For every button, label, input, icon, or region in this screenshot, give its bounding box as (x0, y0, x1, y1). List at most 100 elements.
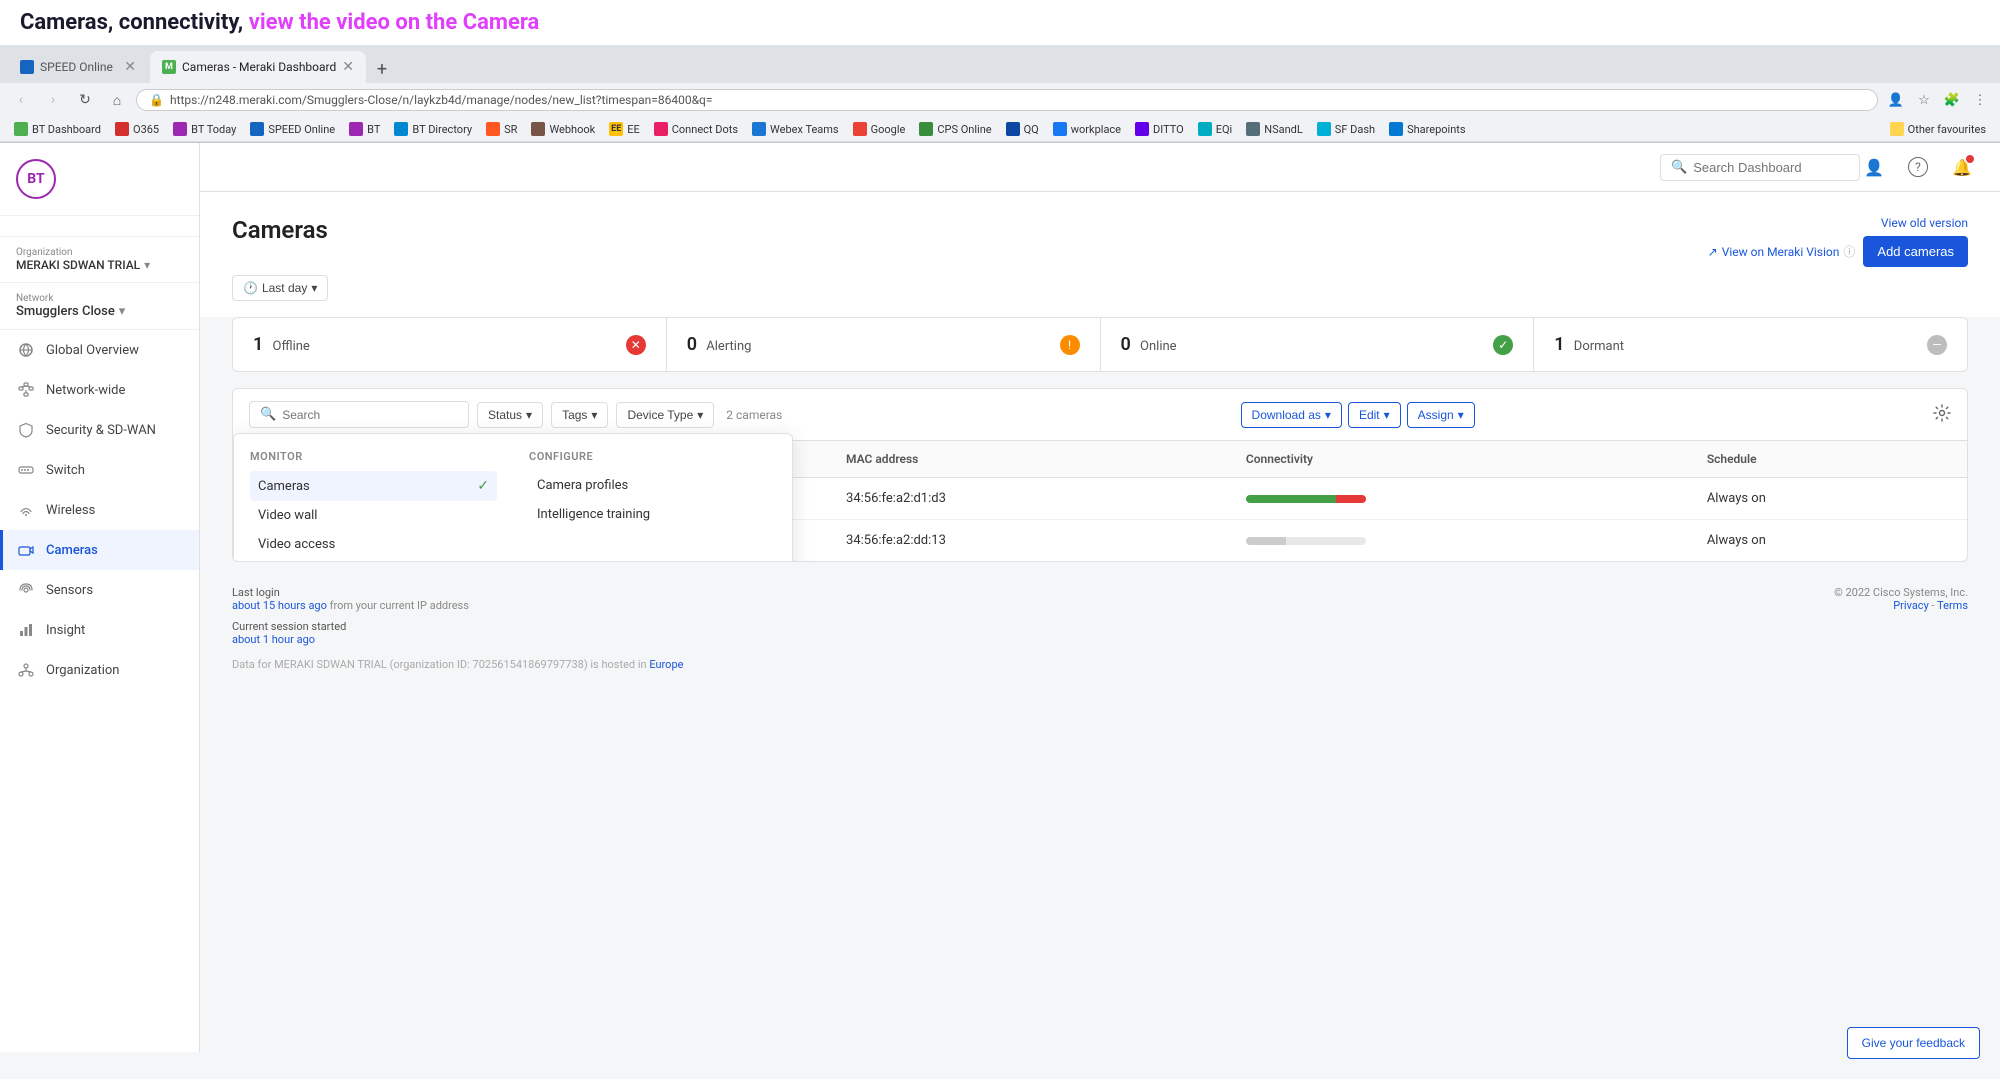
header-search-input[interactable] (1693, 160, 1843, 175)
profile-icon-button[interactable]: 👤 (1860, 153, 1888, 181)
menu-btn[interactable]: ⋮ (1968, 88, 1992, 112)
menu-item-video-wall[interactable]: Video wall (250, 501, 497, 530)
extensions-btn[interactable]: 🧩 (1940, 88, 1964, 112)
sidebar-item-insight[interactable]: Insight (0, 610, 199, 650)
bookmark-cps[interactable]: CPS Online (913, 120, 997, 138)
configure-menu-section: Configure Camera profiles Intelligence t… (529, 450, 776, 562)
settings-icon-button[interactable] (1933, 404, 1951, 426)
sidebar-item-switch[interactable]: Switch (0, 450, 199, 490)
assign-button[interactable]: Assign ▾ (1407, 402, 1475, 428)
bookmark-google[interactable]: Google (847, 120, 912, 138)
status-card-dormant[interactable]: 1 Dormant — (1534, 318, 1967, 371)
org-name[interactable]: MERAKI SDWAN TRIAL ▾ (16, 258, 183, 272)
help-icon-button[interactable]: ? (1904, 153, 1932, 181)
bookmark-bt-dashboard[interactable]: BT Dashboard (8, 120, 107, 138)
menu-item-video-access[interactable]: Video access (250, 530, 497, 559)
tab-close-speed[interactable]: ✕ (124, 59, 136, 75)
banner-text-1: Cameras, connectivity, (20, 10, 249, 35)
row2-schedule: Always on (1691, 520, 1967, 562)
bookmark-sf-dash[interactable]: SF Dash (1311, 120, 1381, 138)
view-old-version-link[interactable]: View old version (1881, 216, 1968, 230)
status-card-alerting-content: 0 Alerting (687, 334, 752, 355)
bookmark-icon-eqi (1198, 122, 1212, 136)
notifications-icon-button[interactable]: 🔔 (1948, 153, 1976, 181)
bookmark-bt-dir[interactable]: BT Directory (388, 120, 478, 138)
bookmark-bt-today[interactable]: BT Today (167, 120, 242, 138)
bookmark-ee[interactable]: EE EE (603, 120, 646, 138)
bookmark-connect[interactable]: Connect Dots (648, 120, 744, 138)
download-as-button[interactable]: Download as ▾ (1241, 402, 1342, 428)
sidebar-item-organization[interactable]: Organization (0, 650, 199, 690)
edit-button[interactable]: Edit ▾ (1348, 402, 1401, 428)
copyright: © 2022 Cisco Systems, Inc. (1834, 586, 1968, 599)
bookmark-workplace[interactable]: workplace (1047, 120, 1127, 138)
network-name[interactable]: Smugglers Close ▾ (16, 304, 183, 319)
bookmark-o365[interactable]: O365 (109, 120, 165, 138)
browser-tab-speed[interactable]: SPEED Online ✕ (8, 51, 148, 83)
profile-btn[interactable]: 👤 (1884, 88, 1908, 112)
last-login-section: Last login about 15 hours ago from your … (232, 586, 469, 612)
header-connectivity[interactable]: Connectivity (1230, 441, 1691, 478)
bt-logo: BT (16, 159, 56, 199)
table-search-input[interactable] (282, 408, 458, 422)
bookmark-sr[interactable]: SR (480, 120, 523, 138)
tab-close-meraki[interactable]: ✕ (342, 59, 354, 75)
sidebar-item-security-sdwan[interactable]: Security & SD-WAN (0, 410, 199, 450)
give-feedback-button[interactable]: Give your feedback (1847, 1027, 1980, 1059)
bookmark-webhook[interactable]: Webhook (525, 120, 601, 138)
address-bar[interactable]: 🔒 https://n248.meraki.com/Smugglers-Clos… (136, 89, 1878, 111)
bookmark-speed[interactable]: SPEED Online (244, 120, 341, 138)
bookmark-eqi[interactable]: EQi (1192, 120, 1239, 138)
time-filter-button[interactable]: 🕐 Last day ▾ (232, 275, 328, 301)
header-schedule[interactable]: Schedule (1691, 441, 1967, 478)
bookmark-nsandl[interactable]: NSandL (1240, 120, 1309, 138)
sidebar-item-cameras[interactable]: Cameras (0, 530, 199, 570)
nav-refresh-button[interactable]: ↻ (72, 87, 98, 113)
header-search-box[interactable]: 🔍 (1660, 154, 1860, 181)
session-time[interactable]: about 1 hour ago (232, 633, 315, 646)
bookmark-qq[interactable]: QQ (1000, 120, 1045, 138)
nav-back-button[interactable]: ‹ (8, 87, 34, 113)
privacy-link[interactable]: Privacy (1893, 599, 1929, 612)
header-mac[interactable]: MAC address (830, 441, 1230, 478)
status-card-dormant-content: 1 Dormant (1554, 334, 1624, 355)
sidebar-item-global-overview[interactable]: Global Overview (0, 330, 199, 370)
row1-connectivity-cell (1230, 478, 1691, 520)
status-card-offline[interactable]: 1 Offline ✕ (233, 318, 667, 371)
browser-tab-meraki[interactable]: M Cameras - Meraki Dashboard ✕ (150, 51, 366, 83)
sidebar-label-wireless: Wireless (46, 503, 95, 518)
lock-icon: 🔒 (149, 93, 164, 107)
menu-item-exports[interactable]: Exports (250, 559, 497, 562)
status-card-online[interactable]: 0 Online ✓ (1101, 318, 1535, 371)
nav-home-button[interactable]: ⌂ (104, 87, 130, 113)
table-search-box[interactable]: 🔍 (249, 401, 469, 428)
terms-link[interactable]: Terms (1937, 599, 1968, 612)
add-cameras-button[interactable]: Add cameras (1863, 236, 1968, 267)
last-login-time[interactable]: about 15 hours ago (232, 599, 327, 612)
filter-status-button[interactable]: Status ▾ (477, 402, 543, 428)
row2-mac: 34:56:fe:a2:dd:13 (830, 520, 1230, 562)
status-card-alerting[interactable]: 0 Alerting ! (667, 318, 1101, 371)
bookmark-webex[interactable]: Webex Teams (746, 120, 845, 138)
filter-tags-button[interactable]: Tags ▾ (551, 402, 608, 428)
tab-add-button[interactable]: + (368, 55, 396, 83)
menu-item-intelligence-training[interactable]: Intelligence training (529, 500, 776, 529)
bookmark-sharepoints[interactable]: Sharepoints (1383, 120, 1472, 138)
nav-forward-button[interactable]: › (40, 87, 66, 113)
menu-item-cameras[interactable]: Cameras ✓ (250, 471, 497, 501)
bookmark-icon-o365 (115, 122, 129, 136)
dormant-icon: — (1927, 335, 1947, 355)
bookmark-label-other: Other favourites (1908, 123, 1986, 136)
bookmark-other-favourites[interactable]: Other favourites (1884, 120, 1992, 138)
bookmark-ditto[interactable]: DITTO (1129, 120, 1190, 138)
data-region-link[interactable]: Europe (649, 658, 683, 671)
sidebar-item-sensors[interactable]: Sensors (0, 570, 199, 610)
sidebar-org-section: Organization MERAKI SDWAN TRIAL ▾ (0, 237, 199, 283)
bookmark-btn[interactable]: ☆ (1912, 88, 1936, 112)
view-meraki-vision-link[interactable]: ↗ View on Meraki Vision ⓘ (1708, 243, 1856, 260)
sidebar-item-network-wide[interactable]: Network-wide (0, 370, 199, 410)
bookmark-bt[interactable]: BT (343, 120, 386, 138)
filter-device-type-button[interactable]: Device Type ▾ (616, 402, 714, 428)
sidebar-item-wireless[interactable]: Wireless (0, 490, 199, 530)
menu-item-camera-profiles[interactable]: Camera profiles (529, 471, 776, 500)
